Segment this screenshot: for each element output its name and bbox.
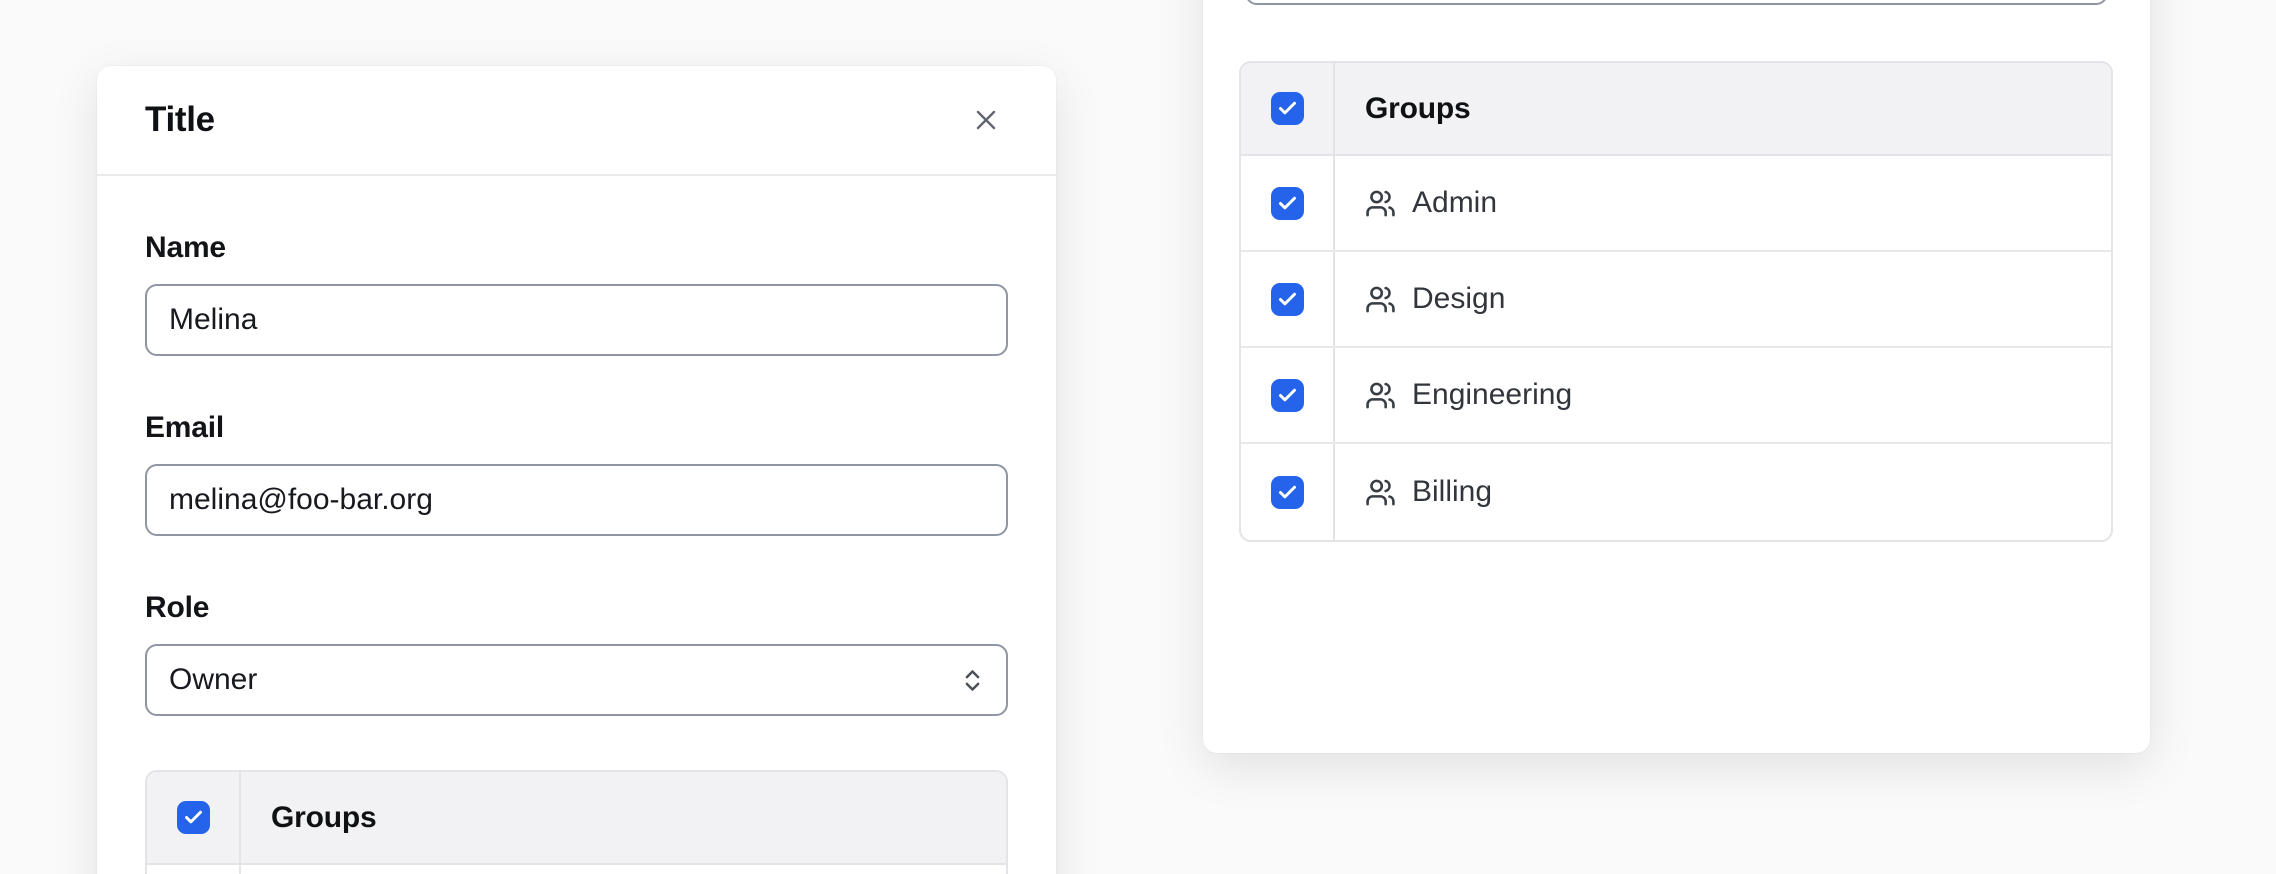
check-icon bbox=[1277, 289, 1298, 310]
group-row-clipped[interactable]: Admin bbox=[147, 865, 1006, 874]
close-icon bbox=[970, 104, 1002, 136]
group-row-billing[interactable]: Billing bbox=[1241, 444, 2111, 540]
close-button[interactable] bbox=[964, 98, 1008, 142]
check-icon bbox=[1277, 482, 1298, 503]
select-all-checkbox[interactable] bbox=[1271, 92, 1304, 125]
role-select-clipped[interactable] bbox=[1245, 0, 2108, 5]
check-icon bbox=[183, 807, 204, 828]
email-field-group: Email bbox=[145, 410, 1008, 536]
groups-table-header: Groups bbox=[147, 772, 1006, 865]
dialog: Title Name Email Role Owner bbox=[97, 66, 1056, 874]
groups-table: Groups Admin bbox=[145, 770, 1008, 874]
dialog-header: Title bbox=[97, 66, 1056, 176]
group-row-design[interactable]: Design bbox=[1241, 252, 2111, 348]
row-checkbox-cell bbox=[147, 865, 241, 874]
dialog-body: Name Email Role Owner bbox=[97, 176, 1056, 874]
users-icon bbox=[1365, 284, 1396, 315]
select-all-checkbox[interactable] bbox=[177, 801, 210, 834]
row-checkbox-cell bbox=[1241, 252, 1335, 346]
name-label: Name bbox=[145, 230, 1008, 266]
row-checkbox-cell bbox=[1241, 348, 1335, 442]
groups-header-label: Groups bbox=[241, 772, 1006, 863]
row-checkbox[interactable] bbox=[1271, 476, 1304, 509]
group-row-admin[interactable]: Admin bbox=[1241, 156, 2111, 252]
name-input[interactable] bbox=[145, 284, 1008, 356]
group-row-label: Design bbox=[1412, 282, 1505, 316]
group-row-label: Engineering bbox=[1412, 378, 1572, 412]
screen: Groups Admin bbox=[0, 0, 2276, 874]
header-checkbox-cell bbox=[1241, 63, 1335, 154]
role-label: Role bbox=[145, 590, 1008, 626]
check-icon bbox=[1277, 385, 1298, 406]
row-checkbox[interactable] bbox=[1271, 379, 1304, 412]
role-field-group: Role Owner bbox=[145, 590, 1008, 716]
chevrons-up-down-icon bbox=[959, 667, 986, 694]
background-dialog: Groups Admin bbox=[1203, 0, 2150, 753]
header-checkbox-cell bbox=[147, 772, 241, 863]
groups-header-label: Groups bbox=[1335, 63, 2111, 154]
groups-table: Groups Admin bbox=[1239, 61, 2113, 542]
check-icon bbox=[1277, 98, 1298, 119]
email-label: Email bbox=[145, 410, 1008, 446]
row-checkbox-cell bbox=[1241, 156, 1335, 250]
row-checkbox-cell bbox=[1241, 444, 1335, 540]
group-row-label: Admin bbox=[1412, 186, 1497, 220]
row-checkbox[interactable] bbox=[1271, 187, 1304, 220]
group-row-engineering[interactable]: Engineering bbox=[1241, 348, 2111, 444]
groups-table-header: Groups bbox=[1241, 63, 2111, 156]
name-field-group: Name bbox=[145, 230, 1008, 356]
row-checkbox[interactable] bbox=[1271, 283, 1304, 316]
dialog-title: Title bbox=[145, 100, 215, 140]
users-icon bbox=[1365, 188, 1396, 219]
role-select[interactable]: Owner bbox=[145, 644, 1008, 716]
group-row-label: Billing bbox=[1412, 475, 1492, 509]
role-select-value: Owner bbox=[169, 663, 257, 697]
check-icon bbox=[1277, 193, 1298, 214]
users-icon bbox=[1365, 380, 1396, 411]
users-icon bbox=[1365, 477, 1396, 508]
email-input[interactable] bbox=[145, 464, 1008, 536]
